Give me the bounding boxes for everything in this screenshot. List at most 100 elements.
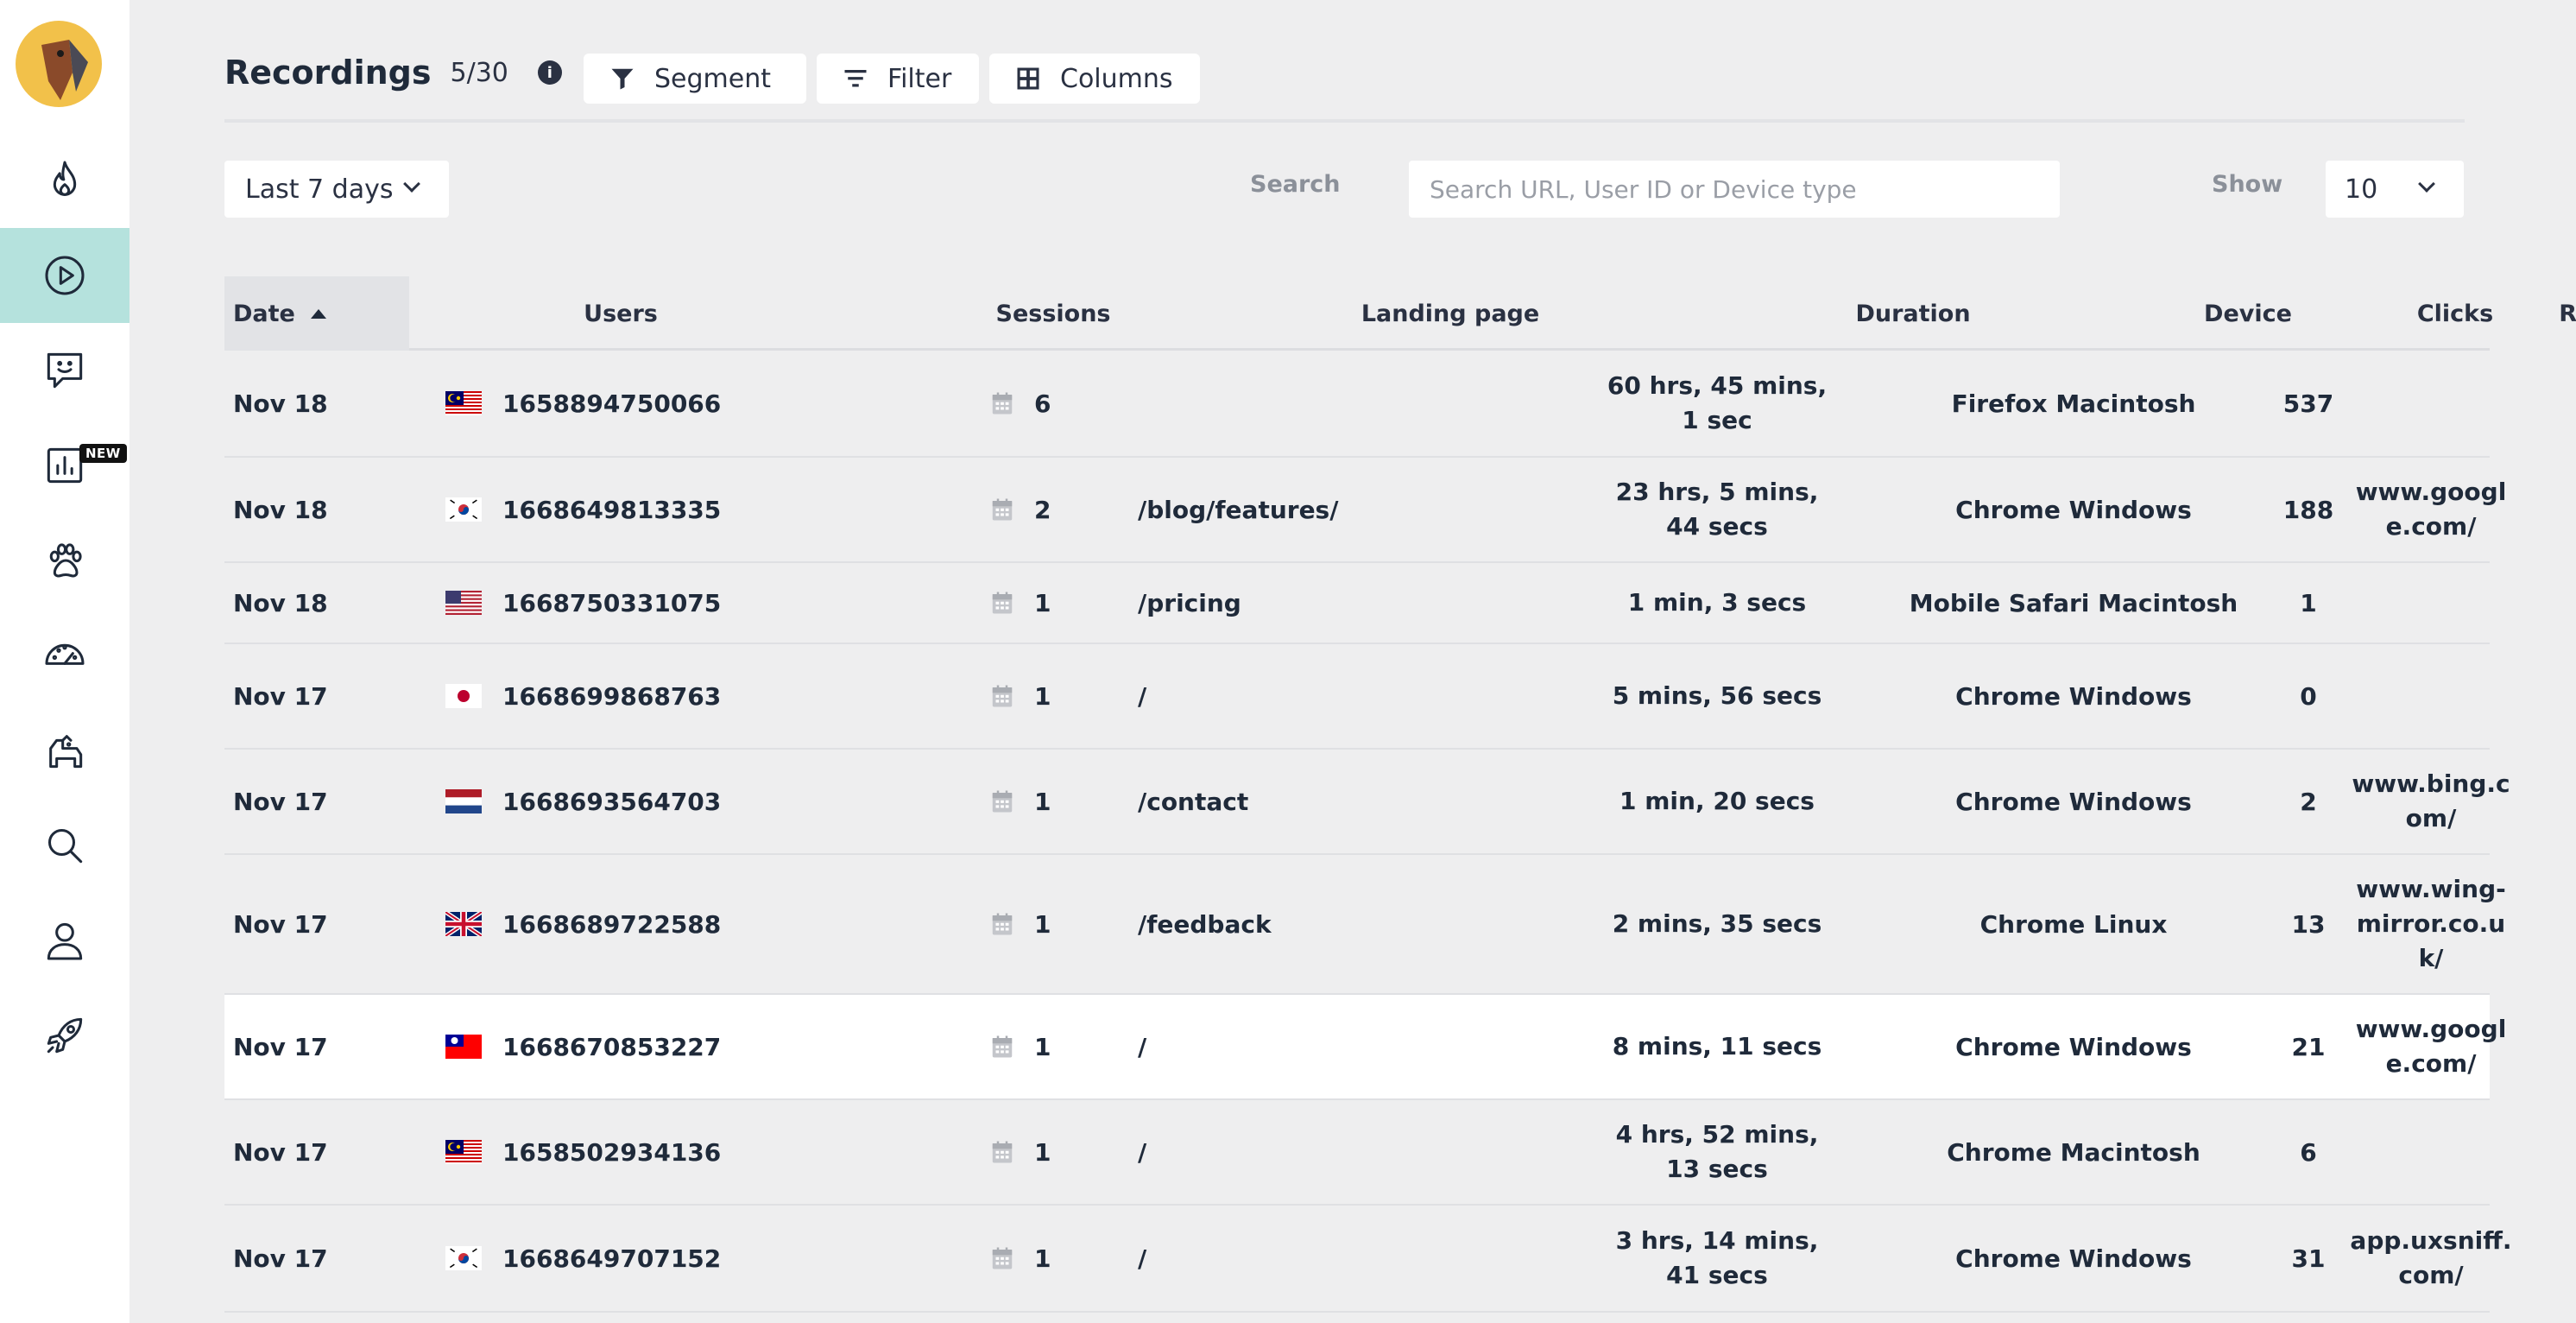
column-header-device[interactable]: Device bbox=[2118, 276, 2377, 351]
country-flag-icon bbox=[445, 644, 482, 748]
table-row[interactable]: Nov 17 1668649707152 1 / 3 hrs, 14 mins, 41 … bbox=[224, 1206, 2512, 1313]
new-badge: NEW bbox=[79, 444, 127, 463]
cell-sessions: 1 bbox=[1034, 1032, 1051, 1061]
column-header-referrer[interactable]: Referrer bbox=[2535, 276, 2576, 351]
cell-user-id[interactable]: 1658502934136 bbox=[502, 1100, 721, 1204]
page-size-select[interactable]: 10 bbox=[2326, 161, 2464, 218]
country-flag-icon bbox=[445, 1100, 482, 1204]
cell-landing-page[interactable]: /feedback bbox=[1138, 855, 1272, 993]
cell-landing-page[interactable]: / bbox=[1138, 644, 1146, 748]
cell-date: Nov 17 bbox=[233, 681, 328, 711]
cell-referrer bbox=[2345, 1100, 2517, 1204]
country-flag-icon bbox=[445, 458, 482, 561]
column-header-landing-page[interactable]: Landing page bbox=[1295, 276, 1606, 351]
cell-sessions: 2 bbox=[1034, 495, 1051, 524]
info-icon[interactable]: i bbox=[537, 60, 562, 85]
recordings-count: 5/30 bbox=[450, 57, 508, 88]
nav-analytics[interactable]: NEW bbox=[0, 418, 129, 513]
cell-sessions: 1 bbox=[1034, 909, 1051, 939]
filter-lines-icon bbox=[844, 70, 867, 87]
table-row[interactable]: Nov 17 1668699868763 1 / 5 mins, 56 secs Chro… bbox=[224, 644, 2490, 750]
rocket-icon bbox=[47, 1017, 83, 1054]
cell-device: Chrome Windows bbox=[1955, 787, 2192, 816]
cell-referrer: www.google.com/ bbox=[2355, 1015, 2507, 1078]
cell-date: Nov 17 bbox=[233, 787, 328, 816]
chevron-down-icon bbox=[2418, 175, 2435, 193]
table-row[interactable]: Nov 17 1668693564703 1/contact 1 min, 20 se… bbox=[224, 750, 2510, 855]
table-row[interactable]: Nov 18 1668750331075 1/pricing 1 min, 3 sec… bbox=[224, 563, 2490, 644]
nav-launch[interactable] bbox=[0, 988, 129, 1083]
calendar-icon bbox=[992, 1035, 1013, 1058]
table-row[interactable]: Nov 17 1658502934136 1 / 4 hrs, 52 mins, 13 … bbox=[224, 1100, 2490, 1206]
date-range-select[interactable]: Last 7 days bbox=[224, 161, 449, 218]
search-input[interactable] bbox=[1409, 161, 2060, 218]
column-header-duration[interactable]: Duration bbox=[1827, 276, 1999, 351]
cell-sessions: 1 bbox=[1034, 787, 1051, 816]
nav-feedback[interactable] bbox=[0, 323, 129, 418]
nav-recordings[interactable] bbox=[0, 228, 129, 323]
app-logo[interactable] bbox=[16, 21, 102, 107]
cell-referrer: www.bing.com/ bbox=[2352, 769, 2510, 832]
table-row[interactable]: Nov 18 1658894750066 6 60 hrs, 45 mins, 1 s… bbox=[224, 351, 2490, 458]
cell-sessions: 6 bbox=[1034, 389, 1051, 418]
cell-user-id[interactable]: 1668670853227 bbox=[502, 995, 721, 1098]
cell-user-id[interactable]: 1668699868763 bbox=[502, 644, 721, 748]
table-row[interactable]: Nov 17 1668670853227 1 / 8 mins, 11 secs Chro… bbox=[224, 995, 2506, 1100]
cell-landing-page[interactable]: /blog/features/ bbox=[1138, 458, 1338, 561]
nav-pets[interactable] bbox=[0, 513, 129, 608]
nav-dog[interactable] bbox=[0, 703, 129, 798]
cell-user-id[interactable]: 1658894750066 bbox=[502, 351, 721, 456]
funnel-icon bbox=[611, 68, 634, 90]
cell-landing-page[interactable]: /contact bbox=[1138, 750, 1248, 853]
cell-landing-page[interactable]: /pricing bbox=[1138, 563, 1241, 643]
columns-button[interactable]: Columns bbox=[989, 54, 1200, 104]
cell-device: Firefox Macintosh bbox=[1951, 389, 2196, 418]
cell-user-id[interactable]: 1668649813335 bbox=[502, 458, 721, 561]
nav-heatmaps[interactable] bbox=[0, 133, 129, 228]
cell-duration: 60 hrs, 45 mins, 1 sec bbox=[1607, 371, 1828, 434]
cell-landing-page[interactable]: / bbox=[1138, 1206, 1146, 1311]
column-header-clicks[interactable]: Clicks bbox=[2377, 276, 2533, 351]
calendar-icon bbox=[992, 1247, 1013, 1269]
nav-account[interactable] bbox=[0, 893, 129, 988]
nav-search[interactable] bbox=[0, 798, 129, 893]
cell-user-id[interactable]: 1668649707152 bbox=[502, 1206, 721, 1311]
country-flag-icon bbox=[445, 351, 482, 456]
dog-icon bbox=[49, 735, 83, 769]
column-header-sessions[interactable]: Sessions bbox=[958, 276, 1148, 351]
chevron-down-icon bbox=[403, 175, 420, 193]
cell-user-id[interactable]: 1668689722588 bbox=[502, 855, 721, 993]
cell-device: Chrome Windows bbox=[1955, 1244, 2192, 1273]
cell-date: Nov 17 bbox=[233, 909, 328, 939]
column-header-date[interactable]: Date bbox=[224, 276, 409, 351]
cell-device: Chrome Windows bbox=[1955, 495, 2192, 524]
cell-user-id[interactable]: 1668693564703 bbox=[502, 750, 721, 853]
segment-button[interactable]: Segment bbox=[584, 54, 806, 104]
country-flag-icon bbox=[445, 995, 482, 1098]
cell-date: Nov 18 bbox=[233, 495, 328, 524]
column-header-users[interactable]: Users bbox=[409, 276, 832, 351]
cell-referrer: app.uxsniff.com/ bbox=[2350, 1226, 2512, 1289]
cell-date: Nov 18 bbox=[233, 389, 328, 418]
cell-duration: 23 hrs, 5 mins, 44 secs bbox=[1615, 478, 1819, 541]
cell-user-id[interactable]: 1668750331075 bbox=[502, 563, 721, 643]
calendar-icon bbox=[992, 392, 1013, 415]
table-row[interactable]: Nov 17 1668689722588 1/feedback 2 mins, 35 … bbox=[224, 855, 2506, 995]
nav-performance[interactable] bbox=[0, 608, 129, 703]
table-row[interactable]: Nov 18 1668649813335 2/blog/features/23 hr… bbox=[224, 458, 2506, 563]
filter-button[interactable]: Filter bbox=[817, 54, 979, 104]
country-flag-icon bbox=[445, 750, 482, 853]
cell-landing-page[interactable]: / bbox=[1138, 995, 1146, 1098]
page-title: Recordings bbox=[224, 54, 432, 92]
cell-sessions: 1 bbox=[1034, 1137, 1051, 1167]
cell-referrer: www.google.com/ bbox=[2355, 478, 2507, 541]
search-label: Search bbox=[1250, 171, 1341, 198]
header-divider bbox=[224, 119, 2465, 123]
cell-referrer bbox=[2345, 563, 2517, 643]
country-flag-icon bbox=[445, 855, 482, 993]
cell-sessions: 1 bbox=[1034, 1244, 1051, 1273]
cell-referrer: www.wing-mirror.co.uk/ bbox=[2356, 875, 2506, 972]
cell-landing-page[interactable]: / bbox=[1138, 1100, 1146, 1204]
feedback-chat-icon bbox=[47, 352, 83, 389]
search-icon bbox=[47, 828, 83, 864]
